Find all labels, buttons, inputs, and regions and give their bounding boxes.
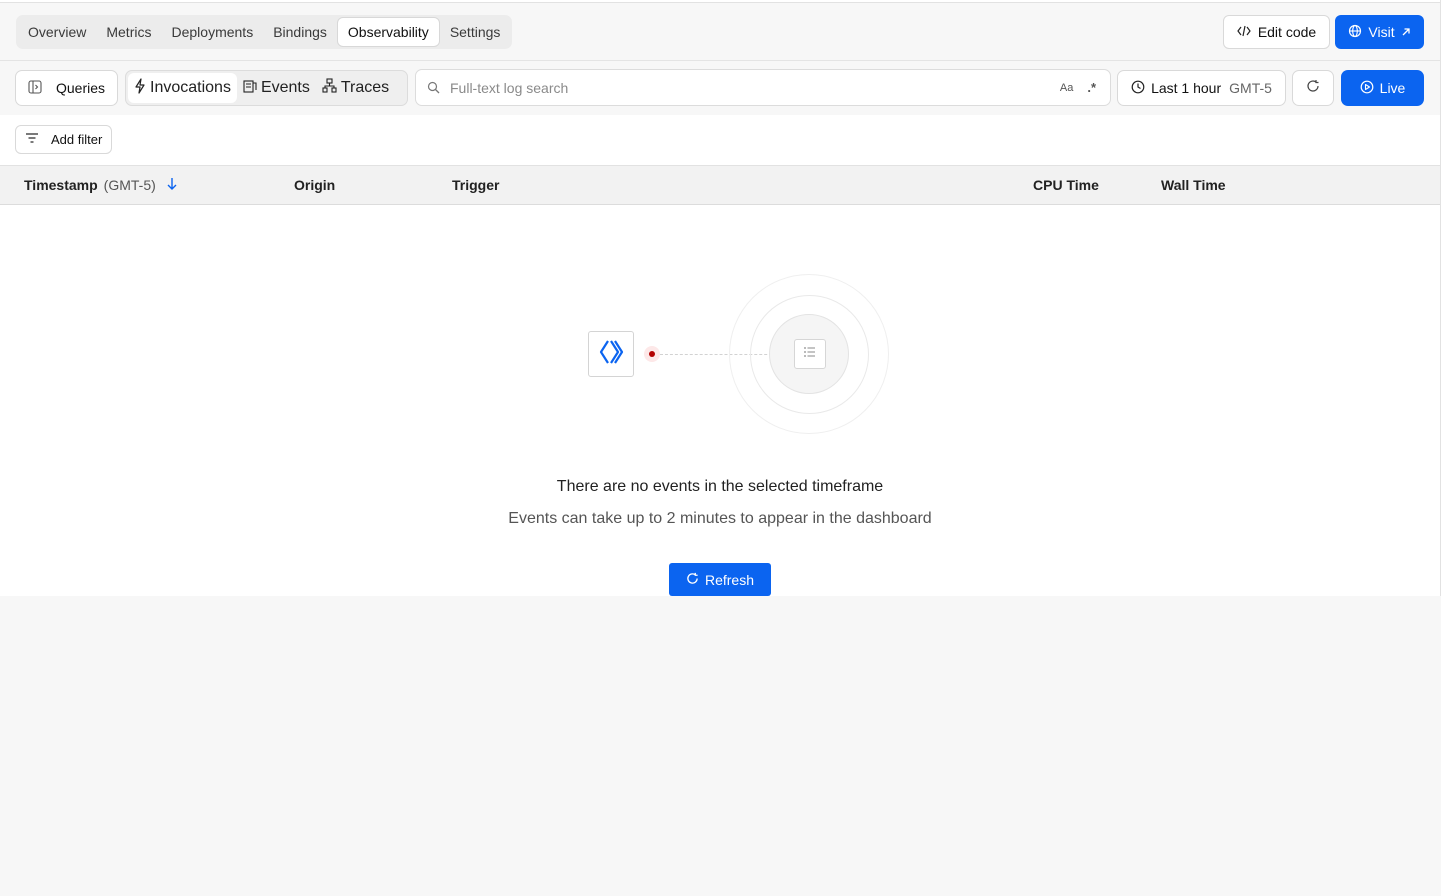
arrow-up-right-icon [1401,24,1411,40]
globe-icon [1348,24,1362,41]
column-cpu-time[interactable]: CPU Time [1033,166,1099,204]
queries-label: Queries [55,80,106,96]
header-divider [0,60,1441,61]
dataset-tabs: Invocations Events Traces [125,70,408,106]
add-filter-label: Add filter [51,132,103,147]
refresh-icon [1306,79,1320,98]
sort-arrow-down-icon[interactable] [166,167,178,205]
search-icon [427,81,440,94]
refresh-button[interactable]: Refresh [669,563,771,596]
column-timestamp-label: Timestamp [24,177,98,193]
tab-settings[interactable]: Settings [440,17,511,47]
tab-traces[interactable]: Traces [316,73,395,103]
list-icon [803,345,817,363]
worker-nav-tabs: Overview Metrics Deployments Bindings Ob… [16,15,513,49]
refresh-label: Refresh [704,571,755,588]
live-button[interactable]: Live [1341,70,1424,106]
events-icon [243,79,257,98]
filter-bar: Add filter [0,115,1440,166]
empty-state-subtitle: Events can take up to 2 minutes to appea… [508,510,932,527]
play-circle-icon [1360,80,1374,97]
tab-traces-label: Traces [340,79,390,96]
column-origin[interactable]: Origin [294,166,335,204]
column-timestamp-timezone: (GMT-5) [103,177,156,193]
timezone-label: GMT-5 [1229,80,1272,96]
column-timestamp[interactable]: Timestamp (GMT-5) [24,166,178,204]
status-dot [649,351,655,357]
clock-icon [1131,80,1145,97]
tab-events-label: Events [260,79,310,96]
tab-events[interactable]: Events [237,73,316,103]
column-trigger[interactable]: Trigger [452,166,499,204]
traces-tree-icon [322,78,337,98]
match-case-toggle[interactable]: Aa [1060,82,1073,94]
time-range-button[interactable]: Last 1 hour GMT-5 [1117,70,1286,106]
add-filter-button[interactable]: Add filter [15,125,112,154]
tab-metrics[interactable]: Metrics [96,17,161,47]
visit-label: Visit [1368,24,1395,40]
visit-button[interactable]: Visit [1335,15,1424,49]
tab-observability[interactable]: Observability [336,17,440,47]
worker-code-icon-box [588,331,634,377]
lightning-icon [134,77,146,99]
tab-bindings[interactable]: Bindings [263,17,337,47]
code-icon [1237,24,1251,40]
edit-code-label: Edit code [1257,24,1317,40]
empty-state: There are no events in the selected time… [0,205,1440,596]
tab-overview[interactable]: Overview [18,17,96,47]
top-border [0,0,1441,3]
refresh-icon [686,572,699,588]
regex-toggle[interactable]: .* [1087,80,1096,95]
sidebar-panel-icon [28,79,42,97]
refresh-icon-button[interactable] [1292,70,1334,106]
log-list-icon-box [794,339,826,369]
empty-state-title: There are no events in the selected time… [556,478,884,495]
filter-icon [25,132,39,147]
time-range-label: Last 1 hour [1151,80,1222,96]
worker-logo-icon [598,339,624,370]
queries-button[interactable]: Queries [15,70,118,106]
live-label: Live [1379,80,1406,96]
log-search-input[interactable] [448,78,1060,97]
edit-code-button[interactable]: Edit code [1223,15,1330,49]
log-search: Aa .* [415,69,1111,106]
tab-invocations-label: Invocations [150,79,231,96]
events-table-header: Timestamp (GMT-5) Origin Trigger CPU Time… [0,166,1440,205]
tab-invocations[interactable]: Invocations [128,73,237,103]
column-wall-time[interactable]: Wall Time [1161,166,1226,204]
tab-deployments[interactable]: Deployments [161,17,263,47]
